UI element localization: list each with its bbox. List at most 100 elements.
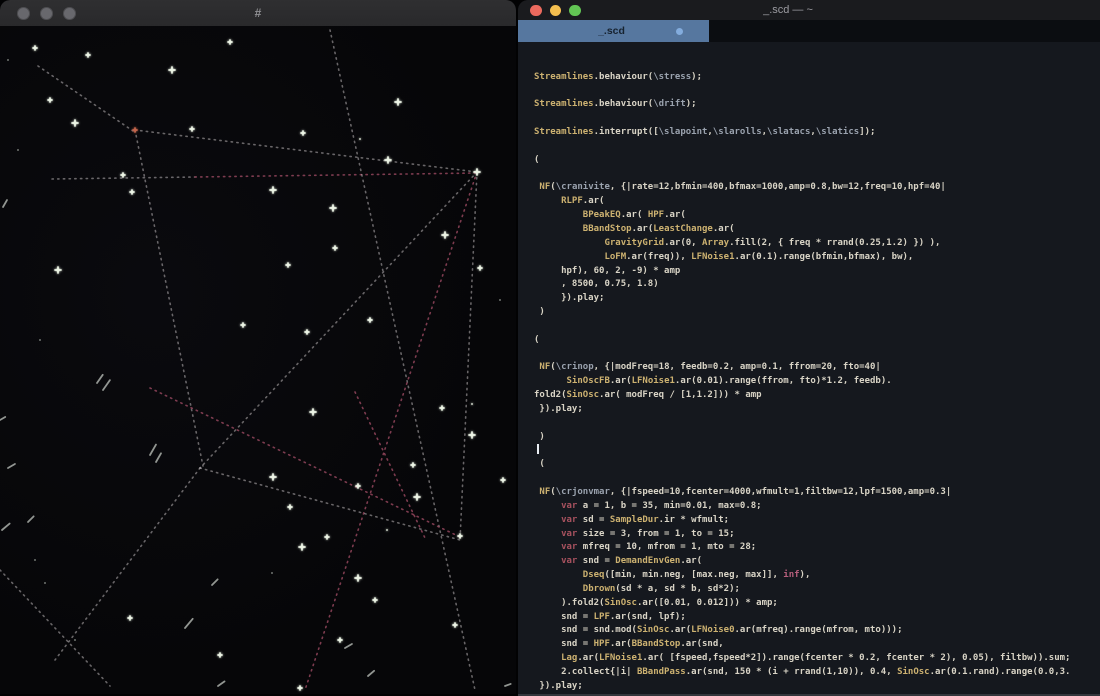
- code-editor[interactable]: Streamlines.behaviour(\stress);Streamlin…: [518, 42, 1100, 694]
- star-particle: [190, 127, 194, 131]
- star-particle: [299, 544, 305, 550]
- particle-art: [0, 26, 516, 694]
- code-line: SinOscFB.ar(LFNoise1.ar(0.01).range(ffro…: [534, 375, 1100, 389]
- star-particle: [228, 40, 232, 44]
- window-title: _.scd — ~: [708, 0, 868, 20]
- code-line: Lag.ar(LFNoise1.ar( [fspeed,fspeed*2]).r…: [534, 652, 1100, 666]
- code-lines: Streamlines.behaviour(\stress);Streamlin…: [534, 71, 1100, 694]
- traffic-lights: [530, 5, 581, 17]
- code-line: fold2(SinOsc.ar( modFreq / [1,1.2])) * a…: [534, 389, 1100, 403]
- code-line: Dseq([min, min.neg, [max.neg, max]], inf…: [534, 569, 1100, 583]
- editor-window: _.scd — ~ _.scd Streamlines.behaviour(\s…: [518, 0, 1100, 696]
- dotted-trail: [195, 173, 477, 177]
- star-particle: [270, 187, 276, 193]
- star-particle: [325, 535, 329, 539]
- star-particle: [39, 339, 41, 341]
- code-line: ).fold2(SinOsc.ar([0.01, 0.012])) * amp;: [534, 597, 1100, 611]
- code-line: [534, 444, 1100, 458]
- visualizer-titlebar[interactable]: #: [0, 0, 516, 27]
- star-particle: [355, 575, 361, 581]
- star-particle: [72, 120, 78, 126]
- star-particle: [86, 53, 90, 57]
- star-particle: [55, 267, 61, 273]
- code-line: var a = 1, b = 35, min=0.01, max=0.8;: [534, 500, 1100, 514]
- code-line: var mfreq = 10, mfrom = 1, mto = 28;: [534, 541, 1100, 555]
- zoom-button[interactable]: [569, 5, 581, 17]
- dotted-trail: [200, 468, 460, 540]
- code-line: GravityGrid.ar(0, Array.fill(2, { freq *…: [534, 237, 1100, 251]
- code-line: BBandStop.ar(LeastChange.ar(: [534, 223, 1100, 237]
- code-line: var snd = DemandEnvGen.ar(: [534, 555, 1100, 569]
- close-button[interactable]: [530, 5, 542, 17]
- code-line: [534, 348, 1100, 362]
- editor-titlebar[interactable]: _.scd — ~: [518, 0, 1100, 20]
- code-line: snd = snd.mod(SinOsc.ar(LFNoise0.ar(mfre…: [534, 624, 1100, 638]
- code-line: BPeakEQ.ar( HPF.ar(: [534, 209, 1100, 223]
- star-particle: [442, 232, 448, 238]
- code-line: (: [534, 154, 1100, 168]
- code-line: RLPF.ar(: [534, 195, 1100, 209]
- tab-label: _.scd: [598, 25, 625, 37]
- star-particle: [386, 529, 388, 531]
- code-line: (: [534, 458, 1100, 472]
- star-particle: [34, 559, 36, 561]
- code-line: [534, 472, 1100, 486]
- code-line: snd = LPF.ar(snd, lpf);: [534, 611, 1100, 625]
- dotted-trail: [135, 130, 477, 172]
- streak-mark: [185, 619, 193, 628]
- streak-mark: [28, 516, 34, 522]
- streak-mark: [2, 524, 10, 530]
- dotted-trail: [38, 66, 133, 131]
- star-particle: [121, 173, 125, 177]
- code-line: [534, 417, 1100, 431]
- code-line: [534, 85, 1100, 99]
- code-line: hpf), 60, 2, -9) * amp: [534, 265, 1100, 279]
- code-line: NF(\crjonvmar, {|fspeed=10,fcenter=4000,…: [534, 486, 1100, 500]
- code-line: 2.collect{|i| BBandPass.ar(snd, 150 * (i…: [534, 666, 1100, 680]
- star-particle: [286, 263, 290, 267]
- streak-mark: [0, 417, 5, 420]
- code-line: LoFM.ar(freq)), LFNoise1.ar(0.1).range(b…: [534, 251, 1100, 265]
- star-particle: [458, 534, 462, 538]
- modified-dot-icon: [676, 28, 683, 35]
- code-line: , 8500, 0.75, 1.8): [534, 278, 1100, 292]
- code-line: [534, 140, 1100, 154]
- star-particle: [33, 46, 37, 50]
- star-particle: [218, 653, 222, 657]
- streak-mark: [156, 453, 161, 462]
- code-line: }).play;: [534, 680, 1100, 694]
- streak-mark: [8, 464, 15, 468]
- tab-bar: _.scd: [518, 20, 1100, 42]
- star-particle: [241, 323, 245, 327]
- dotted-trail: [460, 172, 477, 540]
- code-line: }).play;: [534, 292, 1100, 306]
- star-particle: [288, 505, 292, 509]
- star-particle: [411, 463, 415, 467]
- star-particle: [270, 474, 276, 480]
- star-particle: [373, 598, 377, 602]
- code-line: var sd = SampleDur.ir * wfmult;: [534, 514, 1100, 528]
- minimize-button[interactable]: [550, 5, 562, 17]
- streak-mark: [150, 445, 156, 455]
- star-particle: [395, 99, 401, 105]
- star-particle: [130, 190, 134, 194]
- tab-scd-file[interactable]: _.scd: [518, 20, 709, 42]
- streak-mark: [3, 200, 7, 207]
- star-particle: [333, 246, 337, 250]
- dotted-trail: [330, 30, 475, 690]
- code-line: (: [534, 334, 1100, 348]
- star-particle: [501, 478, 505, 482]
- window-title: #: [0, 0, 516, 26]
- streak-mark: [368, 671, 374, 676]
- dotted-trail: [305, 172, 477, 690]
- star-particle: [499, 299, 501, 301]
- code-line: [534, 168, 1100, 182]
- star-particle: [310, 409, 316, 415]
- streak-mark: [97, 375, 103, 383]
- star-particle: [7, 59, 9, 61]
- code-line: [534, 112, 1100, 126]
- star-particle: [359, 138, 361, 140]
- star-particle: [301, 131, 305, 135]
- streak-mark: [218, 681, 225, 686]
- code-line: snd = HPF.ar(BBandStop.ar(snd,: [534, 638, 1100, 652]
